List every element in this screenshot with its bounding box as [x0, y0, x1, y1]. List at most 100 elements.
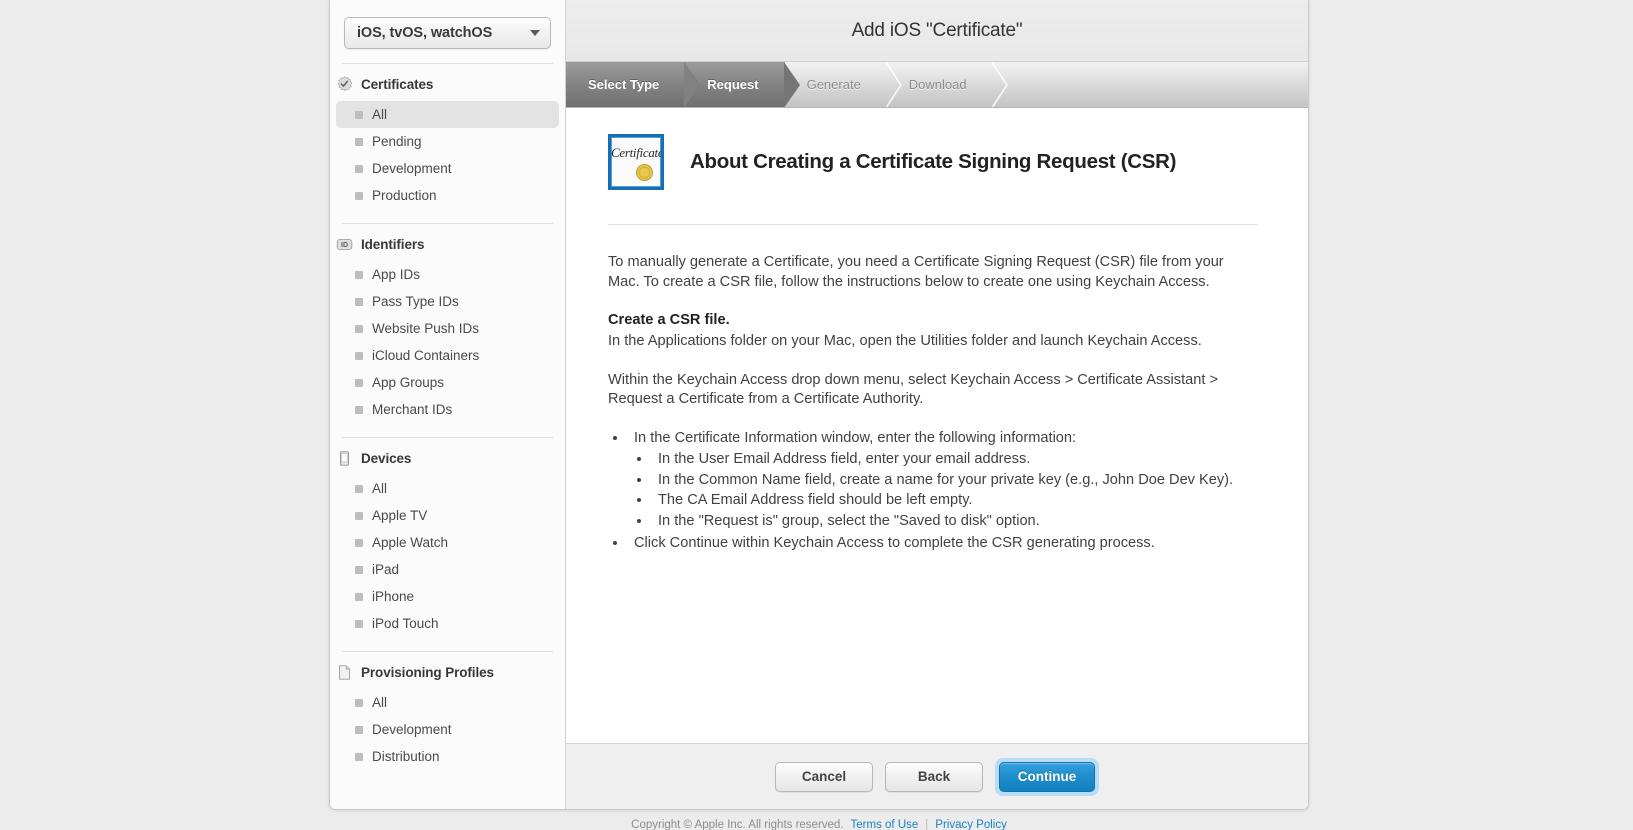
- paragraph-applications-folder: In the Applications folder on your Mac, …: [608, 333, 1202, 350]
- bullet-icon: [355, 137, 363, 146]
- list-item-text: In the Certificate Information window, e…: [634, 430, 1077, 447]
- bullet-icon: [355, 698, 363, 707]
- footer-legal: Copyright © Apple Inc. All rights reserv…: [329, 811, 1309, 830]
- bullet-icon: [355, 270, 363, 279]
- list-item: The CA Email Address field should be lef…: [652, 491, 1244, 511]
- sidebar-section-identifiers: ID Identifiers: [330, 224, 565, 261]
- svg-text:ID: ID: [341, 242, 348, 249]
- sidebar-item-label: All: [372, 107, 388, 122]
- instructions: To manually generate a Certificate, you …: [606, 225, 1246, 553]
- paragraph-intro: To manually generate a Certificate, you …: [608, 254, 1224, 290]
- sidebar-item-label: Development: [372, 722, 452, 737]
- platform-select[interactable]: iOS, tvOS, watchOS: [344, 17, 551, 49]
- hero-title: About Creating a Certificate Signing Req…: [690, 150, 1177, 173]
- sidebar-item-ipod-touch[interactable]: iPod Touch: [336, 610, 559, 637]
- sidebar-item-pass-type-ids[interactable]: Pass Type IDs: [336, 288, 559, 315]
- instruction-list: In the Certificate Information window, e…: [628, 429, 1244, 553]
- sidebar-item-label: iCloud Containers: [372, 348, 480, 363]
- sidebar-item-profiles-development[interactable]: Development: [336, 716, 559, 743]
- continue-button[interactable]: Continue: [999, 761, 1095, 792]
- bullet-icon: [355, 752, 363, 761]
- sidebar-item-label: Distribution: [372, 749, 440, 764]
- sidebar-item-certificates-all[interactable]: All: [336, 101, 559, 128]
- step-label: Generate: [806, 77, 861, 92]
- bullet-icon: [355, 297, 363, 306]
- sidebar-item-website-push-ids[interactable]: Website Push IDs: [336, 315, 559, 342]
- chevron-right-icon: [684, 62, 701, 107]
- copyright-text: Copyright © Apple Inc. All rights reserv…: [631, 819, 844, 830]
- device-phone-icon: [336, 450, 353, 467]
- list-item: Click Continue within Keychain Access to…: [628, 534, 1244, 554]
- step-download[interactable]: Download: [887, 62, 1008, 107]
- step-label: Download: [908, 77, 967, 92]
- sidebar-item-label: Apple TV: [372, 508, 428, 523]
- sidebar-item-label: Pass Type IDs: [372, 294, 459, 309]
- sidebar-section-label: Identifiers: [361, 237, 425, 252]
- gold-seal-icon: [636, 164, 653, 181]
- sidebar-item-label: Merchant IDs: [372, 402, 453, 417]
- sidebar-item-app-groups[interactable]: App Groups: [336, 369, 559, 396]
- sidebar-item-label: App Groups: [372, 375, 445, 390]
- chevron-right-icon: [991, 62, 1008, 107]
- bullet-icon: [355, 565, 363, 574]
- list-item-text: In the Common Name field, create a name …: [658, 471, 1234, 488]
- sidebar-item-certificates-pending[interactable]: Pending: [336, 128, 559, 155]
- back-button[interactable]: Back: [885, 761, 983, 792]
- sidebar-item-label: All: [372, 481, 388, 496]
- sidebar-item-label: iPhone: [372, 589, 415, 604]
- terms-of-use-link[interactable]: Terms of Use: [851, 819, 919, 830]
- sidebar-item-merchant-ids[interactable]: Merchant IDs: [336, 396, 559, 423]
- content-header: Add iOS "Certificate": [566, 0, 1308, 62]
- bullet-icon: [355, 378, 363, 387]
- list-item: In the Common Name field, create a name …: [652, 471, 1244, 491]
- sidebar-item-devices-all[interactable]: All: [336, 475, 559, 502]
- sidebar-section-devices: Devices: [330, 438, 565, 475]
- hero: Certificate About Creating a Certificate…: [606, 134, 1258, 190]
- list-item-text: Click Continue within Keychain Access to…: [634, 534, 1155, 551]
- list-item: In the Certificate Information window, e…: [628, 429, 1244, 531]
- sidebar-item-icloud-containers[interactable]: iCloud Containers: [336, 342, 559, 369]
- sidebar-item-label: Pending: [372, 134, 422, 149]
- sidebar-item-profiles-distribution[interactable]: Distribution: [336, 743, 559, 770]
- sidebar-item-apple-watch[interactable]: Apple Watch: [336, 529, 559, 556]
- sidebar-item-certificates-development[interactable]: Development: [336, 155, 559, 182]
- paragraph-keychain-menu: Within the Keychain Access drop down men…: [608, 371, 1219, 408]
- sidebar-item-label: Apple Watch: [372, 535, 449, 550]
- sidebar-item-label: Development: [372, 161, 452, 176]
- sidebar-item-iphone[interactable]: iPhone: [336, 583, 559, 610]
- sidebar-item-app-ids[interactable]: App IDs: [336, 261, 559, 288]
- chevron-right-icon: [783, 62, 800, 107]
- sidebar-item-certificates-production[interactable]: Production: [336, 182, 559, 209]
- bullet-icon: [355, 164, 363, 173]
- step-label: Select Type: [588, 77, 660, 92]
- sidebar: iOS, tvOS, watchOS Certificates All Pend…: [330, 0, 566, 809]
- id-badge-icon: ID: [336, 236, 353, 253]
- app-panel: iOS, tvOS, watchOS Certificates All Pend…: [329, 0, 1309, 810]
- step-generate[interactable]: Generate: [785, 62, 902, 107]
- bullet-icon: [355, 351, 363, 360]
- list-item-text: In the "Request is" group, select the "S…: [658, 512, 1040, 529]
- action-bar: Cancel Back Continue: [566, 743, 1308, 809]
- sidebar-section-label: Certificates: [361, 77, 434, 92]
- bullet-icon: [355, 592, 363, 601]
- sidebar-item-ipad[interactable]: iPad: [336, 556, 559, 583]
- step-label: Request: [707, 77, 759, 92]
- certificate-icon-word: Certificate: [611, 145, 664, 160]
- platform-select-value: iOS, tvOS, watchOS: [357, 25, 493, 41]
- cancel-button[interactable]: Cancel: [775, 761, 873, 792]
- sidebar-section-label: Provisioning Profiles: [361, 665, 494, 680]
- footer-separator: |: [925, 819, 929, 830]
- sidebar-item-apple-tv[interactable]: Apple TV: [336, 502, 559, 529]
- bullet-icon: [355, 324, 363, 333]
- bullet-icon: [355, 725, 363, 734]
- subheading-create-csr: Create a CSR file.: [608, 312, 730, 329]
- step-indicator: Select Type Request Generate Download: [566, 62, 1308, 108]
- step-select-type[interactable]: Select Type: [566, 62, 701, 107]
- sidebar-item-profiles-all[interactable]: All: [336, 689, 559, 716]
- sidebar-item-label: Production: [372, 188, 437, 203]
- continue-button-focus-ring: Continue: [995, 757, 1099, 796]
- privacy-policy-link[interactable]: Privacy Policy: [935, 819, 1007, 830]
- bullet-icon: [355, 191, 363, 200]
- sidebar-item-label: Website Push IDs: [372, 321, 480, 336]
- list-item: In the "Request is" group, select the "S…: [652, 512, 1244, 532]
